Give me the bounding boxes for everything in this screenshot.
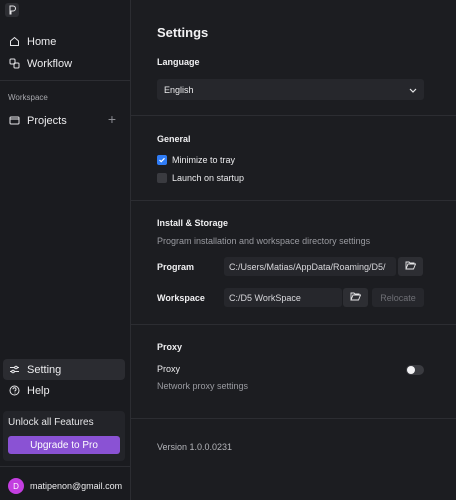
user-account[interactable]: D matipenon@gmail.com [8,478,122,494]
workspace-path-field[interactable]: C:/D5 WorkSpace [224,288,342,307]
sidebar-divider [0,80,130,81]
minimize-to-tray-checkbox[interactable]: Minimize to tray [157,155,235,165]
checkbox-label: Launch on startup [172,173,245,183]
checkbox-checked-icon [157,155,167,165]
sidebar-item-label: Setting [27,363,62,376]
general-heading: General [157,134,191,144]
home-icon [8,36,20,48]
add-project-icon[interactable]: + [106,112,118,126]
workspace-label: Workspace [157,293,205,303]
section-divider [131,324,456,325]
proxy-toggle[interactable] [406,365,424,375]
sidebar-item-label: Help [27,384,50,397]
folder-open-icon [350,292,362,304]
help-icon [8,385,20,397]
user-email: matipenon@gmail.com [30,481,123,491]
checkbox-label: Minimize to tray [172,155,236,165]
program-path-field[interactable]: C:/Users/Matias/AppData/Roaming/D5/ [224,257,396,276]
toggle-knob [407,366,415,374]
workspace-section-label: Workspace [8,93,48,102]
sliders-icon [8,364,20,376]
avatar: D [8,478,24,494]
section-divider [131,418,456,419]
launch-on-startup-checkbox[interactable]: Launch on startup [157,173,244,183]
chevron-down-icon [409,85,417,95]
folder-open-icon [405,261,417,273]
sidebar-item-label: Workflow [27,57,73,70]
page-title: Settings [157,25,209,40]
settings-panel: Settings Language English General Minimi… [131,0,456,500]
install-storage-description: Program installation and workspace direc… [157,236,371,246]
language-selected-value: English [164,84,194,95]
language-select[interactable]: English [157,79,424,100]
unlock-label: Unlock all Features [8,417,94,428]
sidebar-item-help[interactable]: Help [3,380,125,401]
sidebar-item-workflow[interactable]: Workflow [3,53,125,74]
relocate-button[interactable]: Relocate [372,288,424,307]
workspace-browse-button[interactable] [343,288,368,307]
install-storage-heading: Install & Storage [157,218,229,228]
upgrade-card: Unlock all Features Upgrade to Pro [3,411,125,461]
program-label: Program [157,262,195,272]
section-divider [131,200,456,201]
upgrade-to-pro-button[interactable]: Upgrade to Pro [8,436,120,454]
proxy-heading: Proxy [157,342,183,352]
sidebar-item-label: Projects [27,114,67,127]
sidebar-item-label: Home [27,35,57,48]
language-heading: Language [157,57,200,67]
sidebar-divider [0,466,130,467]
sidebar-item-setting[interactable]: Setting [3,359,125,380]
proxy-description: Network proxy settings [157,381,249,391]
app-logo-icon [5,3,19,17]
sidebar: Home Workflow Workspace Projects + Setti… [0,0,131,500]
version-text: Version 1.0.0.0231 [157,442,233,452]
program-browse-button[interactable] [398,257,423,276]
sidebar-item-home[interactable]: Home [3,31,125,52]
section-divider [131,115,456,116]
proxy-label: Proxy [157,364,181,374]
checkbox-unchecked-icon [157,173,167,183]
folder-icon [8,115,20,127]
workflow-icon [8,58,20,70]
